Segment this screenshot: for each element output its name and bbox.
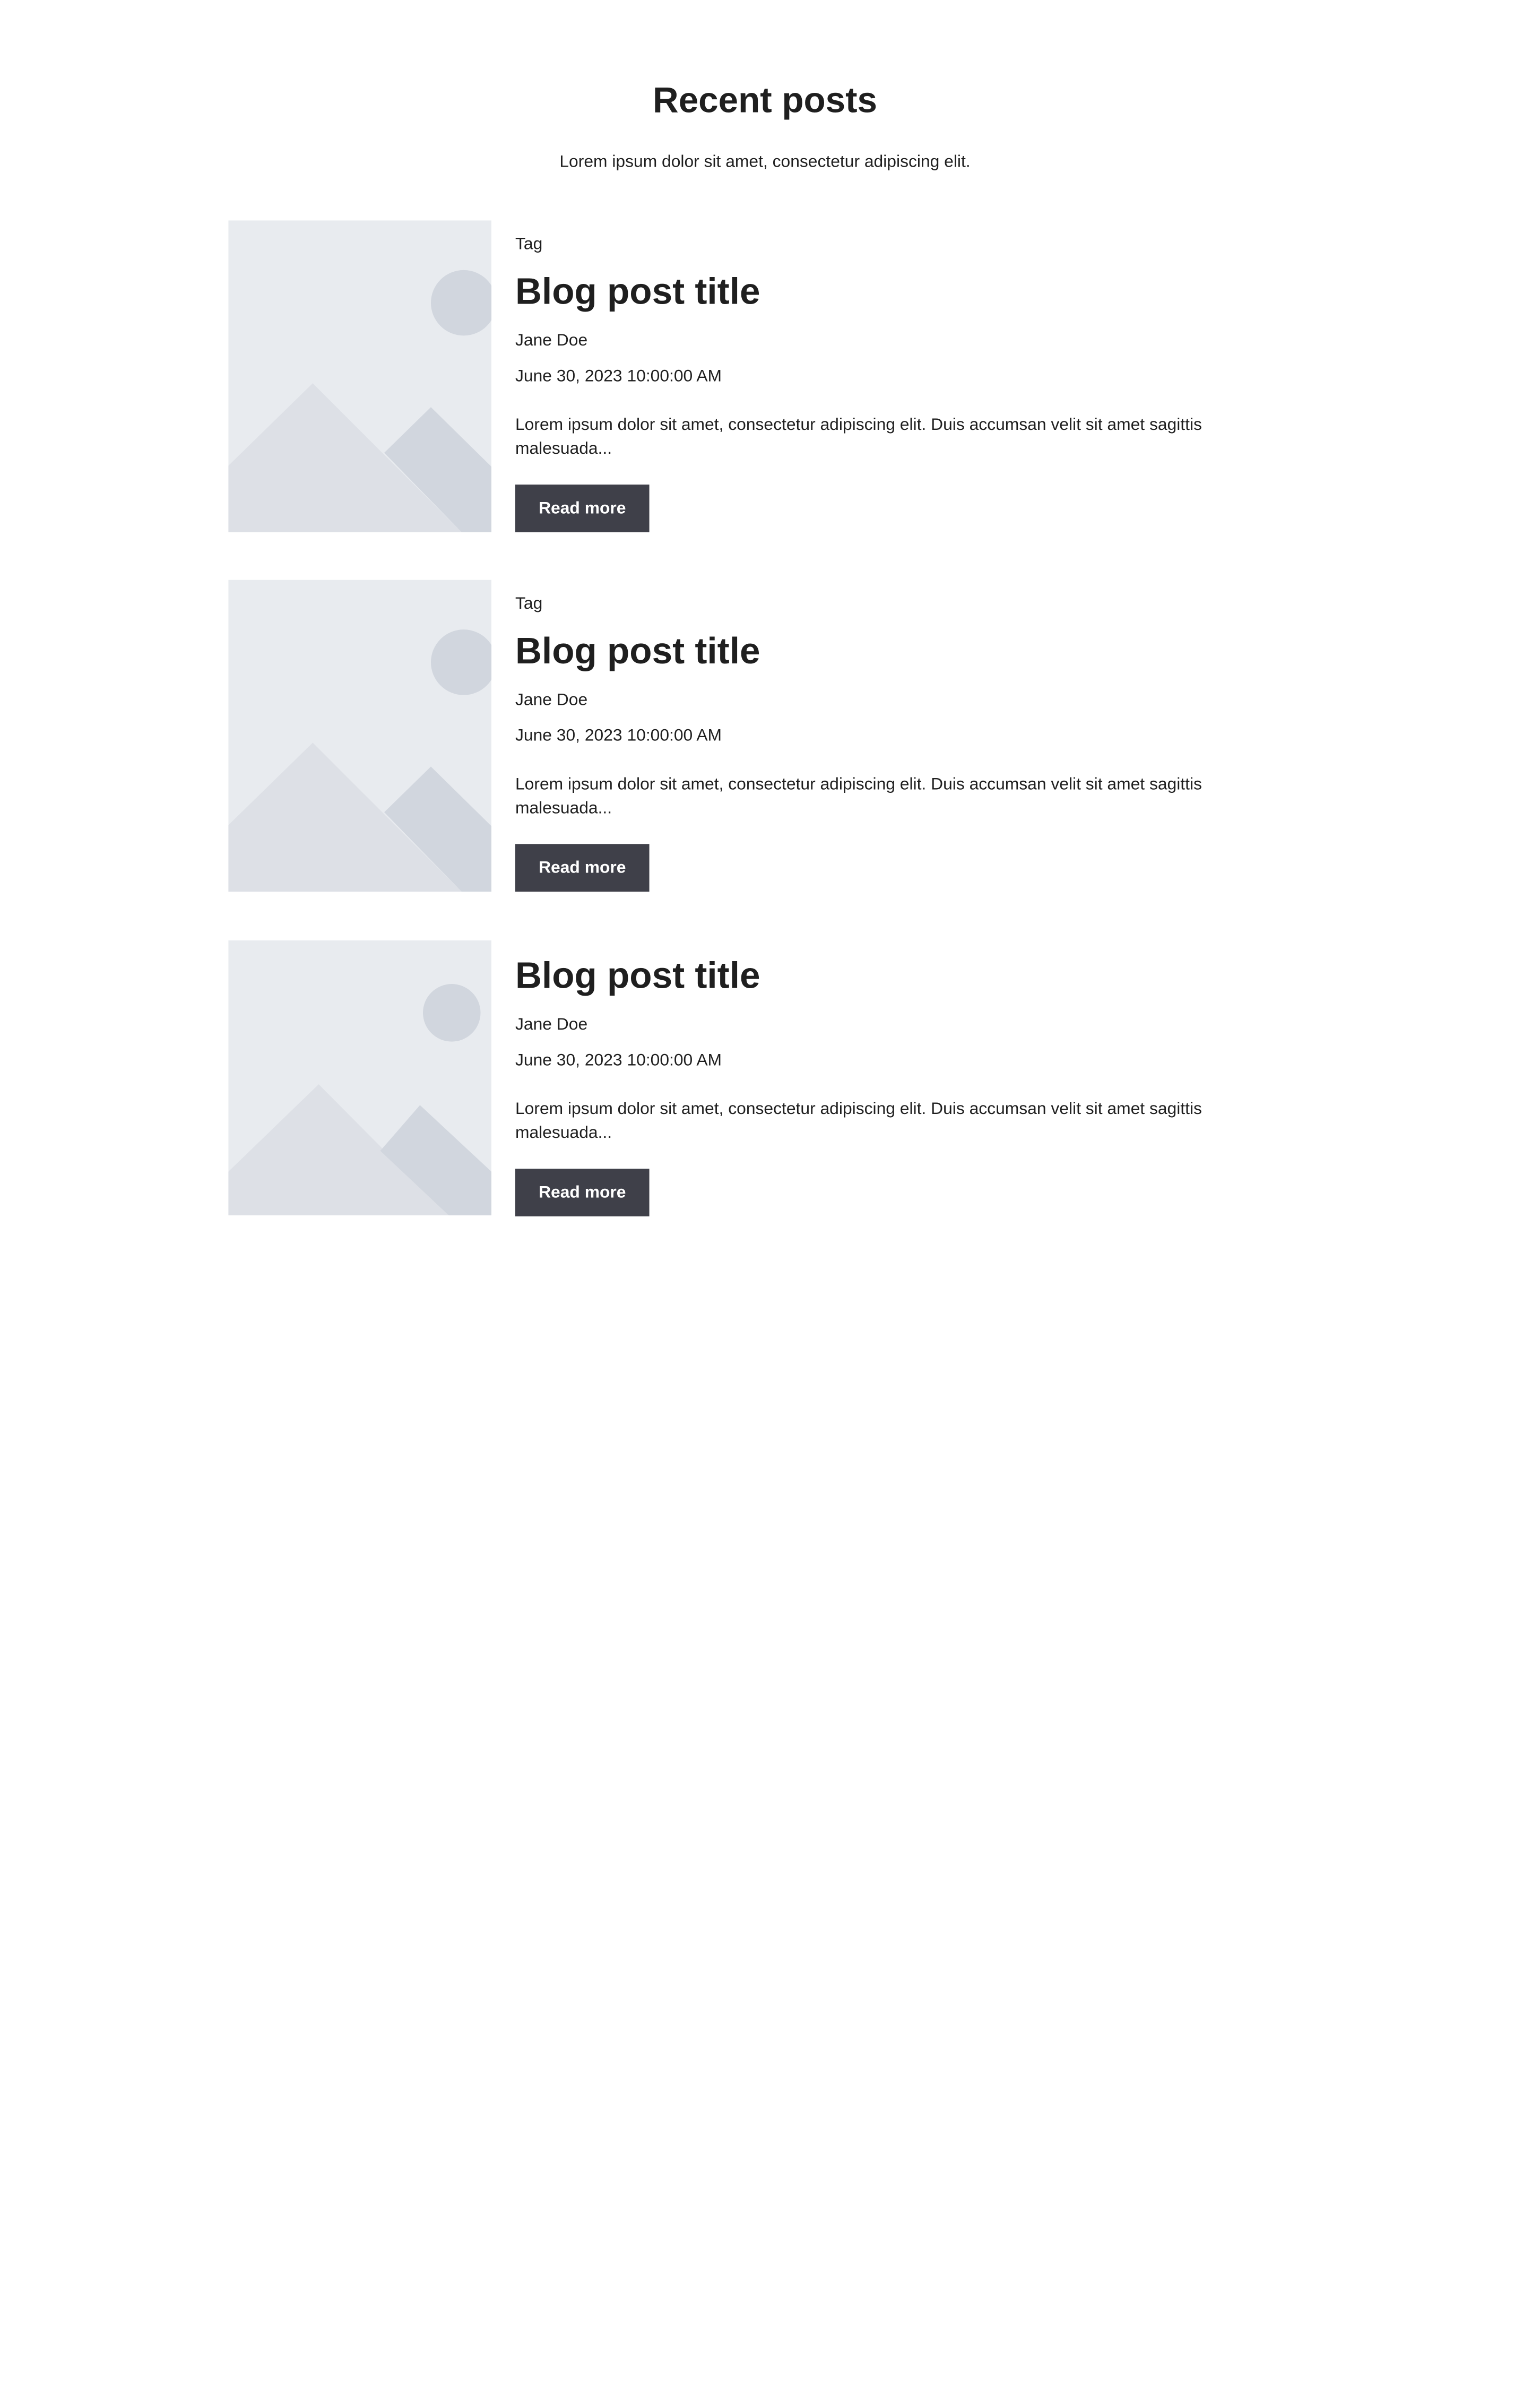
blog-post-card: Tag Blog post title Jane Doe June 30, 20…	[228, 220, 1231, 532]
post-excerpt: Lorem ipsum dolor sit amet, consectetur …	[515, 774, 1202, 817]
blog-post-card: Blog post title Jane Doe June 30, 2023 1…	[228, 940, 1231, 1216]
post-date: June 30, 2023 10:00:00 AM	[515, 1050, 722, 1069]
post-date: June 30, 2023 10:00:00 AM	[515, 366, 722, 385]
section-title: Recent posts	[653, 79, 877, 120]
post-tag: Tag	[515, 234, 543, 254]
post-title[interactable]: Blog post title	[515, 954, 760, 998]
post-author: Jane Doe	[515, 331, 588, 350]
image-placeholder-icon	[228, 940, 492, 1215]
section-subtitle: Lorem ipsum dolor sit amet, consectetur …	[559, 152, 971, 171]
post-image	[228, 580, 492, 892]
post-tag: Tag	[515, 593, 543, 613]
post-title[interactable]: Blog post title	[515, 270, 760, 314]
post-author: Jane Doe	[515, 1015, 588, 1034]
post-image	[228, 220, 492, 532]
post-author: Jane Doe	[515, 690, 588, 709]
read-more-button[interactable]: Read more	[515, 484, 650, 532]
read-more-button[interactable]: Read more	[515, 1169, 650, 1216]
post-excerpt: Lorem ipsum dolor sit amet, consectetur …	[515, 1099, 1202, 1142]
image-placeholder-icon	[228, 580, 492, 892]
blog-post-card: Tag Blog post title Jane Doe June 30, 20…	[228, 580, 1231, 892]
post-date: June 30, 2023 10:00:00 AM	[515, 726, 722, 745]
section-header: Recent posts Lorem ipsum dolor sit amet,…	[0, 80, 1530, 173]
post-title[interactable]: Blog post title	[515, 629, 760, 673]
image-placeholder-icon	[228, 220, 492, 532]
recent-posts-section: Recent posts Lorem ipsum dolor sit amet,…	[0, 0, 1540, 1283]
post-excerpt: Lorem ipsum dolor sit amet, consectetur …	[515, 415, 1202, 458]
page: Recent posts Lorem ipsum dolor sit amet,…	[0, 0, 1540, 2401]
read-more-button[interactable]: Read more	[515, 844, 650, 892]
post-image	[228, 940, 492, 1215]
